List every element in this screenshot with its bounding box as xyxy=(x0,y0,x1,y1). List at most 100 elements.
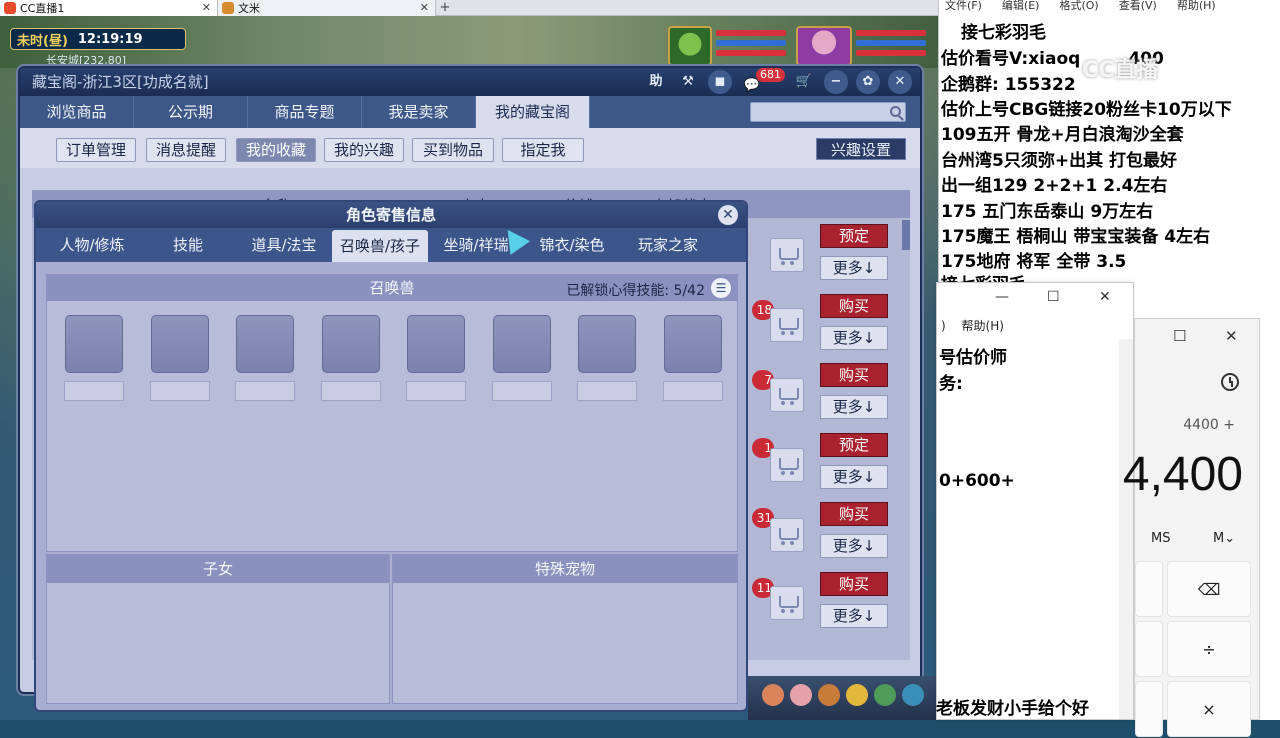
message-button[interactable]: 💬 681 xyxy=(740,68,785,94)
menu-file[interactable]: 文件(F) xyxy=(945,0,982,14)
add-to-cart-icon[interactable] xyxy=(770,518,804,552)
notepad2-scrollbar[interactable] xyxy=(1119,339,1133,719)
close-icon[interactable]: ✕ xyxy=(420,1,429,14)
notepad2-window: — ☐ ✕ ) 帮助(H) 号估价师 务: 0+600+ xyxy=(936,282,1134,720)
search-icon[interactable] xyxy=(890,106,901,117)
buy-button[interactable]: 购买 xyxy=(820,294,888,318)
interest-settings-button[interactable]: 兴趣设置 xyxy=(816,138,906,160)
tab-seller[interactable]: 我是卖家 xyxy=(362,96,476,128)
more-button[interactable]: 更多↓ xyxy=(820,256,888,280)
character-info-dialog: 角色寄售信息 ✕ 人物/修炼 技能 道具/法宝 召唤兽/孩子 坐骑/祥瑞 锦衣/… xyxy=(34,200,748,712)
hammer-icon[interactable]: ⚒ xyxy=(676,70,700,94)
pet-slot-label xyxy=(150,381,210,401)
pet-slot-label xyxy=(406,381,466,401)
browser-tab-2[interactable]: 文米 ✕ xyxy=(218,0,436,16)
close-button[interactable]: ✕ xyxy=(1225,327,1238,345)
order-management-button[interactable]: 订单管理 xyxy=(56,138,136,162)
pet-slot[interactable] xyxy=(407,315,465,373)
divide-button[interactable]: ÷ xyxy=(1167,621,1251,677)
reserve-button[interactable]: 预定 xyxy=(820,224,888,248)
message-reminder-button[interactable]: 消息提醒 xyxy=(146,138,226,162)
calc-display: 4,400 xyxy=(1122,448,1243,501)
buy-button[interactable]: 购买 xyxy=(820,363,888,387)
menu-view[interactable]: 查看(V) xyxy=(1119,0,1157,14)
menu-fragment: ) xyxy=(941,319,946,333)
add-to-cart-icon[interactable] xyxy=(770,308,804,342)
add-to-cart-icon[interactable] xyxy=(770,378,804,412)
ms-button[interactable]: MS xyxy=(1151,531,1170,546)
tab-character[interactable]: 人物/修炼 xyxy=(44,228,140,262)
list-icon[interactable]: ☰ xyxy=(711,278,731,298)
add-to-cart-icon[interactable] xyxy=(770,586,804,620)
more-button[interactable]: 更多↓ xyxy=(820,465,888,489)
close-button[interactable]: ✕ xyxy=(1099,289,1111,305)
my-favorites-button[interactable]: 我的收藏 xyxy=(236,138,316,162)
reserve-button[interactable]: 预定 xyxy=(820,433,888,457)
tab-skills[interactable]: 技能 xyxy=(140,228,236,262)
notepad2-line: 务: xyxy=(939,374,963,394)
calc-key[interactable] xyxy=(1135,621,1163,677)
settings-icon[interactable]: ✿ xyxy=(856,70,880,94)
assigned-to-me-button[interactable]: 指定我 xyxy=(502,138,584,162)
menu-edit[interactable]: 编辑(E) xyxy=(1002,0,1040,14)
peach-icon[interactable] xyxy=(790,684,812,706)
buy-button[interactable]: 购买 xyxy=(820,502,888,526)
menu-help[interactable]: 帮助(H) xyxy=(1177,0,1216,14)
pet-avatar[interactable] xyxy=(668,26,712,66)
pet-slot[interactable] xyxy=(493,315,551,373)
calc-key[interactable] xyxy=(1135,561,1163,617)
pet-slot[interactable] xyxy=(578,315,636,373)
minimize-button[interactable]: — xyxy=(995,289,1009,305)
calc-key[interactable] xyxy=(1135,681,1163,737)
add-to-cart-icon[interactable] xyxy=(770,238,804,272)
pet-slot[interactable] xyxy=(65,315,123,373)
pet-slot[interactable] xyxy=(322,315,380,373)
system-icon[interactable] xyxy=(874,684,896,706)
tab-home[interactable]: 玩家之家 xyxy=(620,228,716,262)
add-to-cart-icon[interactable] xyxy=(770,448,804,482)
player-avatar[interactable] xyxy=(796,26,852,66)
pet-slot[interactable] xyxy=(236,315,294,373)
minimize-button[interactable]: − xyxy=(824,70,848,94)
history-icon[interactable] xyxy=(1221,373,1239,391)
backspace-button[interactable]: ⌫ xyxy=(1167,561,1251,617)
list-scrollbar[interactable] xyxy=(902,220,910,250)
smiley-icon[interactable] xyxy=(846,684,868,706)
maximize-button[interactable]: ☐ xyxy=(1173,327,1186,345)
more-button[interactable]: 更多↓ xyxy=(820,326,888,350)
new-tab-button[interactable]: + xyxy=(436,0,454,15)
browser-tab-cc[interactable]: CC直播1 ✕ xyxy=(0,0,218,16)
more-button[interactable]: 更多↓ xyxy=(820,604,888,628)
dialog-close-button[interactable]: ✕ xyxy=(718,205,738,225)
my-interests-button[interactable]: 我的兴趣 xyxy=(324,138,404,162)
menu-help[interactable]: 帮助(H) xyxy=(962,319,1004,333)
search-input[interactable] xyxy=(750,102,906,122)
stop-icon[interactable]: ◼ xyxy=(708,70,732,94)
pet-slot[interactable] xyxy=(664,315,722,373)
close-button[interactable]: ✕ xyxy=(888,70,912,94)
tab-browse[interactable]: 浏览商品 xyxy=(20,96,134,128)
pet-slot[interactable] xyxy=(151,315,209,373)
purchased-items-button[interactable]: 买到物品 xyxy=(412,138,494,162)
pet-slot-label xyxy=(64,381,124,401)
multiply-button[interactable]: × xyxy=(1167,681,1251,737)
computer-icon[interactable] xyxy=(902,684,924,706)
more-button[interactable]: 更多↓ xyxy=(820,395,888,419)
cart-icon[interactable]: 🛒 xyxy=(792,70,816,94)
notepad-text: 估价看号V:xiaoq xyxy=(941,49,1081,69)
menu-format[interactable]: 格式(O) xyxy=(1059,0,1098,14)
tab-items[interactable]: 道具/法宝 xyxy=(236,228,332,262)
tab-pets[interactable]: 召唤兽/孩子 xyxy=(332,230,428,262)
tab-my-cbg[interactable]: 我的藏宝阁 xyxy=(476,96,590,128)
tab-outfits[interactable]: 锦衣/染色 xyxy=(524,228,620,262)
tab-public[interactable]: 公示期 xyxy=(134,96,248,128)
close-icon[interactable]: ✕ xyxy=(202,1,211,14)
memory-view-button[interactable]: M⌄ xyxy=(1213,531,1235,546)
more-button[interactable]: 更多↓ xyxy=(820,534,888,558)
help-button[interactable]: 助 xyxy=(644,70,668,94)
shell-icon[interactable] xyxy=(818,684,840,706)
tab-topics[interactable]: 商品专题 xyxy=(248,96,362,128)
buy-button[interactable]: 购买 xyxy=(820,572,888,596)
maximize-button[interactable]: ☐ xyxy=(1047,289,1060,305)
bag-icon[interactable] xyxy=(762,684,784,706)
